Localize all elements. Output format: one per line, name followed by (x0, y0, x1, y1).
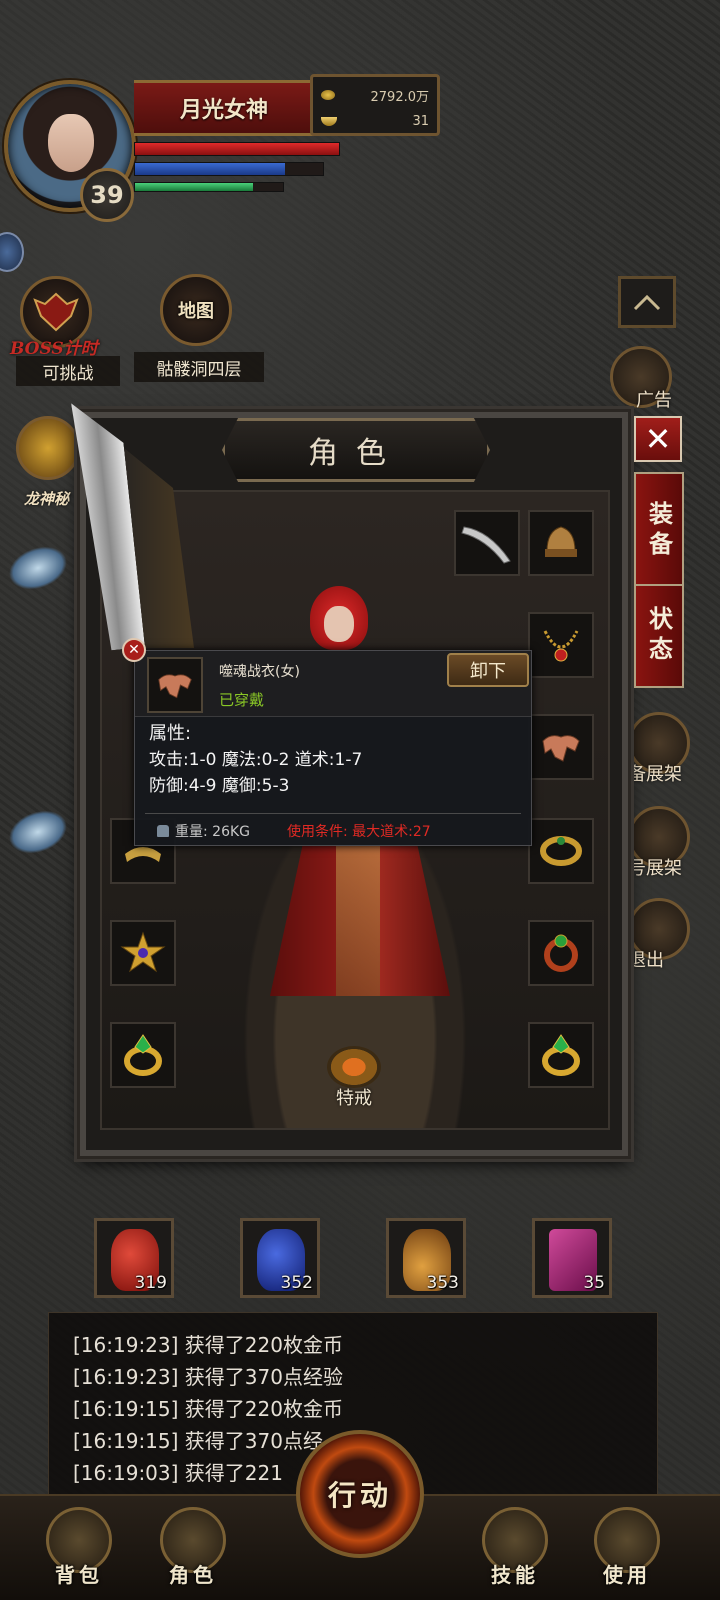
tooltip-equipped-state: 已穿戴 (219, 691, 265, 709)
potion-slot-2[interactable]: 352 (240, 1218, 320, 1298)
slot-ring-left[interactable] (110, 1022, 176, 1088)
slot-armor[interactable] (528, 714, 594, 780)
equip-rack-label: 备展架 (628, 764, 682, 785)
potion-count: 353 (426, 1273, 459, 1293)
map-label: 地图 (178, 301, 214, 322)
log-line: [16:19:23] 获得了220枚金币 (73, 1333, 343, 1357)
nav-skills-label: 技能 (491, 1563, 539, 1587)
nav-skills[interactable]: 技能 (470, 1488, 560, 1588)
nav-bag[interactable]: 背包 (34, 1488, 124, 1588)
exit-label: 退出 (628, 950, 664, 971)
slot-necklace[interactable] (528, 612, 594, 678)
panel-title: 角色 (222, 418, 490, 482)
tooltip-requirement: 使用条件: 最大道术:27 (287, 824, 431, 840)
slot-bracelet[interactable] (528, 818, 594, 884)
buff-icon[interactable] (0, 232, 24, 272)
slot-helmet[interactable] (528, 510, 594, 576)
ingot-row: 31 (321, 108, 429, 134)
nav-use-label: 使用 (603, 1563, 651, 1587)
player-name: 月光女神 (134, 80, 314, 136)
tooltip-stats-line-1: 攻击:1-0 魔法:0-2 道术:1-7 (149, 750, 363, 770)
map-location: 骷髅洞四层 (134, 352, 264, 382)
special-ring-slot[interactable]: 特戒 (322, 1046, 386, 1110)
special-ring-label: 特戒 (336, 1088, 372, 1109)
special-ring-icon (327, 1046, 381, 1088)
tooltip-item-icon (147, 657, 203, 713)
potion-count: 352 (280, 1273, 313, 1293)
ingot-icon (321, 116, 337, 126)
player-level-badge: 39 (80, 168, 134, 222)
nav-role[interactable]: 角色 (148, 1488, 238, 1588)
ingot-amount: 31 (412, 113, 429, 129)
slot-ring-right[interactable] (528, 920, 594, 986)
tooltip-weight: 重量: 26KG (157, 821, 250, 841)
slot-weapon[interactable] (454, 510, 520, 576)
slot-medal[interactable] (110, 920, 176, 986)
exp-bar (134, 182, 284, 192)
tooltip-item-name: 噬魂战衣(女) (219, 664, 300, 680)
ad-label: 广告 (636, 390, 672, 411)
chevron-up-icon (633, 294, 661, 311)
tab-status[interactable]: 状态 (634, 584, 684, 688)
log-line: [16:19:23] 获得了370点经验 (73, 1365, 343, 1389)
gold-row: 2792.0万 (321, 82, 429, 108)
tab-equipment[interactable]: 装备 (634, 472, 684, 590)
gold-coin-icon (321, 90, 335, 100)
wing-icon-2[interactable] (2, 802, 74, 862)
item-tooltip: 噬魂战衣(女) 已穿戴 卸下 属性: 攻击:1-0 魔法:0-2 道术:1-7 … (134, 650, 532, 846)
currency-panel: 2792.0万 31 (310, 74, 440, 136)
title-rack-label: 号展架 (628, 858, 682, 879)
nav-use[interactable]: 使用 (582, 1488, 672, 1588)
action-button[interactable]: 行动 (296, 1430, 424, 1558)
log-line: [16:19:15] 获得了370点经 (73, 1429, 323, 1453)
close-button[interactable]: ✕ (634, 416, 682, 462)
dragon-icon[interactable] (16, 416, 80, 480)
dragon-label: 龙神秘 (24, 490, 70, 508)
log-line: [16:19:15] 获得了220枚金币 (73, 1397, 343, 1421)
nav-bag-label: 背包 (55, 1563, 103, 1587)
tooltip-attributes-heading: 属性: (149, 723, 192, 744)
potion-count: 35 (583, 1273, 605, 1293)
potion-slot-3[interactable]: 353 (386, 1218, 466, 1298)
slot-ring-left-2[interactable] (528, 1022, 594, 1088)
mp-bar (134, 162, 324, 176)
weight-icon (157, 825, 169, 837)
boss-status: 可挑战 (16, 356, 120, 386)
potion-count: 319 (134, 1273, 167, 1293)
potion-slot-4[interactable]: 35 (532, 1218, 612, 1298)
wing-icon[interactable] (2, 538, 74, 598)
tooltip-close-icon[interactable]: ✕ (122, 638, 146, 662)
map-button[interactable]: 地图 (160, 274, 232, 346)
unequip-button[interactable]: 卸下 (447, 653, 529, 687)
tooltip-stats-line-2: 防御:4-9 魔御:5-3 (149, 776, 290, 796)
potion-slot-1[interactable]: 319 (94, 1218, 174, 1298)
hp-bar (134, 142, 340, 156)
gold-amount: 2792.0万 (370, 89, 430, 105)
nav-role-label: 角色 (169, 1563, 217, 1587)
log-line: [16:19:03] 获得了221 (73, 1461, 283, 1485)
collapse-button[interactable] (618, 276, 676, 328)
